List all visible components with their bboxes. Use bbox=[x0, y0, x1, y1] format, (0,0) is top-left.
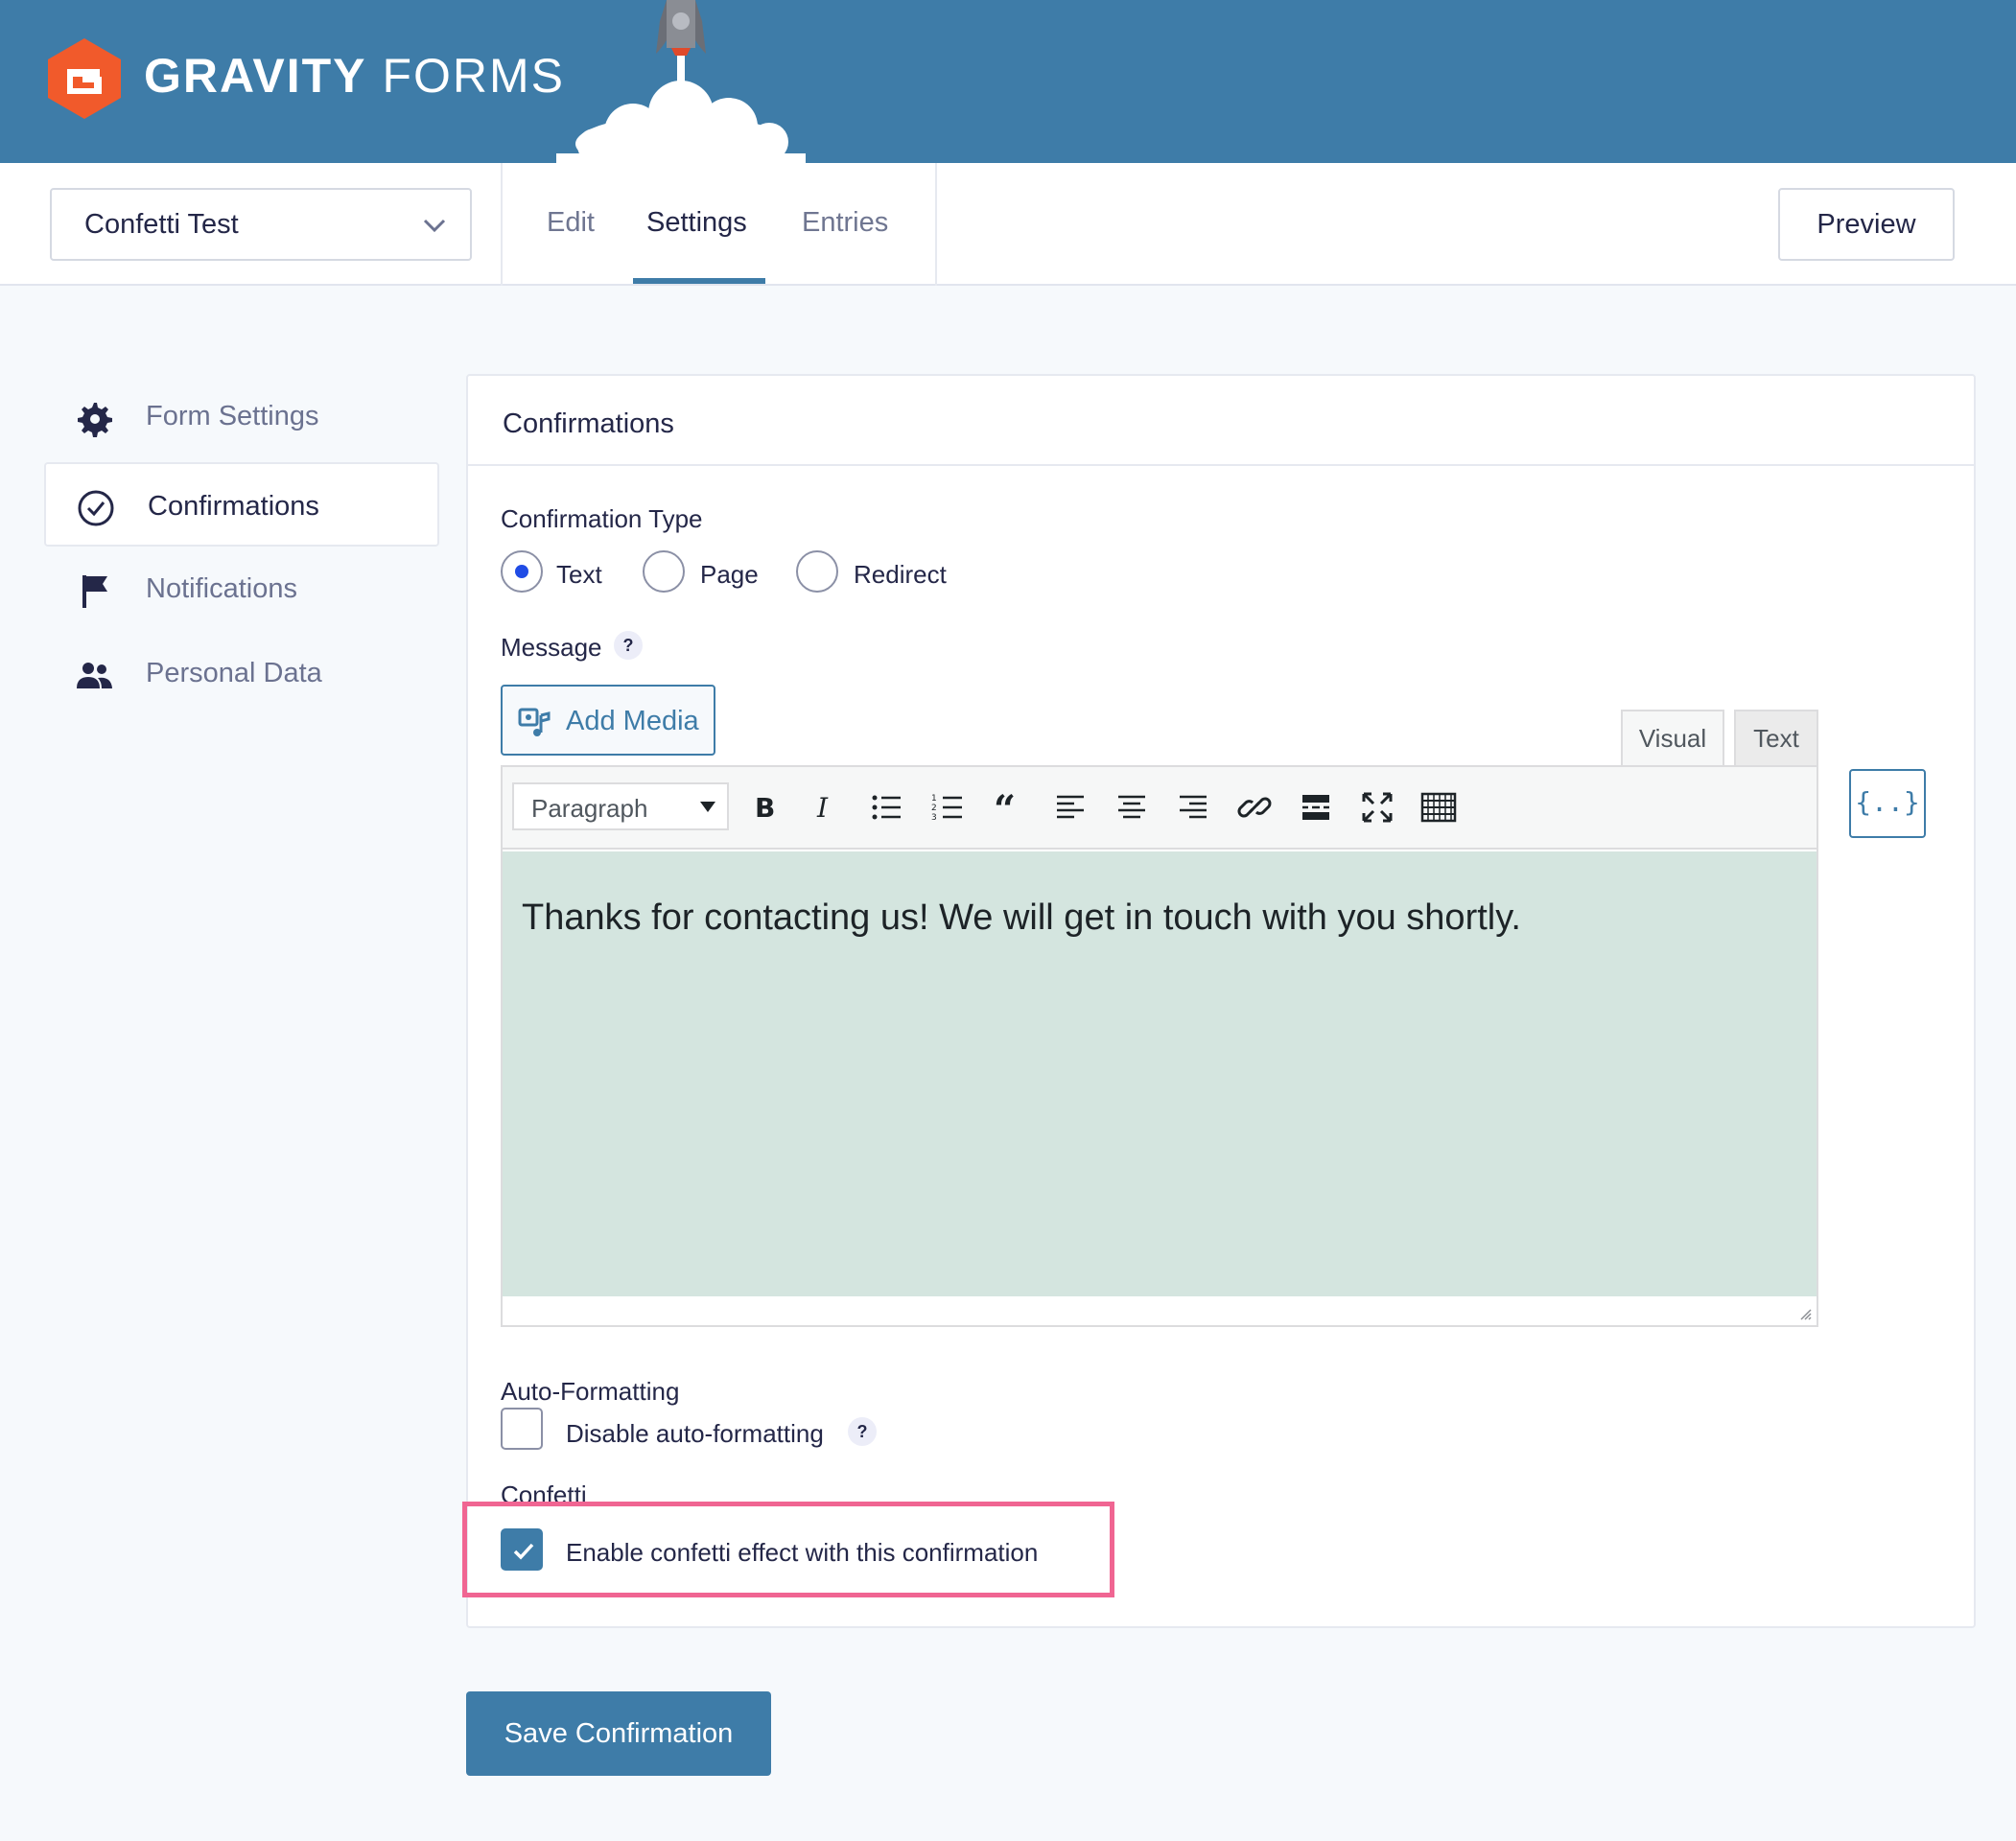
add-media-label: Add Media bbox=[566, 706, 699, 736]
editor-toolbar: Paragraph B I 1 2 3 “ bbox=[503, 767, 1817, 850]
auto-formatting-help-icon[interactable]: ? bbox=[848, 1417, 877, 1446]
editor-tab-text[interactable]: Text bbox=[1734, 710, 1818, 765]
flag-icon bbox=[82, 575, 107, 608]
merge-tag-button[interactable]: {..} bbox=[1849, 769, 1926, 838]
editor-tab-visual[interactable]: Visual bbox=[1621, 710, 1724, 765]
save-confirmation-button[interactable]: Save Confirmation bbox=[466, 1691, 771, 1776]
sidebar-item-confirmations[interactable]: Confirmations bbox=[44, 462, 439, 547]
sidebar-item-label: Notifications bbox=[146, 573, 297, 604]
rocket-illustration-icon bbox=[556, 0, 806, 163]
confetti-highlight-box bbox=[462, 1502, 1114, 1597]
radio-page-label: Page bbox=[700, 560, 759, 589]
svg-text:3: 3 bbox=[931, 813, 937, 823]
resize-handle-icon[interactable] bbox=[1797, 1306, 1813, 1321]
link-icon[interactable] bbox=[1233, 786, 1276, 828]
message-label: Message bbox=[501, 633, 602, 662]
active-tab-indicator bbox=[633, 278, 765, 284]
message-help-icon[interactable]: ? bbox=[614, 631, 643, 660]
dropdown-arrow-icon bbox=[700, 802, 715, 812]
fullscreen-icon[interactable] bbox=[1356, 786, 1398, 828]
gravity-forms-logo-icon bbox=[48, 38, 121, 119]
form-selector[interactable]: Confetti Test bbox=[50, 188, 472, 261]
message-content: Thanks for contacting us! We will get in… bbox=[522, 897, 1521, 938]
disable-auto-formatting-checkbox[interactable] bbox=[501, 1408, 543, 1450]
sidebar-item-label: Personal Data bbox=[146, 658, 322, 688]
sidebar-item-notifications[interactable]: Notifications bbox=[44, 547, 439, 631]
tab-edit[interactable]: Edit bbox=[547, 207, 595, 239]
radio-page[interactable] bbox=[643, 550, 685, 593]
auto-formatting-label: Auto-Formatting bbox=[501, 1377, 680, 1406]
svg-text:2: 2 bbox=[931, 804, 937, 813]
panel-divider bbox=[468, 464, 1974, 466]
toolbar-divider bbox=[501, 163, 503, 286]
bold-icon[interactable]: B bbox=[742, 786, 785, 828]
radio-redirect-label: Redirect bbox=[854, 560, 947, 589]
sidebar-item-form-settings[interactable]: Form Settings bbox=[44, 374, 439, 458]
app-header: GRAVITY FORMS bbox=[0, 0, 2016, 163]
gear-icon bbox=[78, 403, 112, 437]
align-center-icon[interactable] bbox=[1111, 786, 1153, 828]
align-left-icon[interactable] bbox=[1049, 786, 1091, 828]
add-media-button[interactable]: Add Media bbox=[501, 685, 715, 756]
tab-settings[interactable]: Settings bbox=[646, 207, 747, 239]
radio-redirect[interactable] bbox=[796, 550, 838, 593]
form-toolbar: Confetti Test Edit Settings Entries Prev… bbox=[0, 163, 2016, 286]
svg-text:B: B bbox=[755, 792, 775, 824]
editor-content-area[interactable]: Thanks for contacting us! We will get in… bbox=[503, 851, 1817, 1296]
users-icon bbox=[77, 663, 112, 688]
message-editor: Paragraph B I 1 2 3 “ Thanks for contact… bbox=[501, 765, 1818, 1327]
toolbar-divider bbox=[935, 163, 937, 286]
read-more-icon[interactable] bbox=[1295, 786, 1337, 828]
radio-text[interactable] bbox=[501, 550, 543, 593]
sidebar-item-label: Confirmations bbox=[148, 491, 319, 522]
sidebar-item-personal-data[interactable]: Personal Data bbox=[44, 631, 439, 715]
brand-name: GRAVITY FORMS bbox=[144, 49, 565, 103]
sidebar-item-label: Form Settings bbox=[146, 401, 319, 431]
form-selector-value: Confetti Test bbox=[84, 209, 239, 240]
svg-text:I: I bbox=[816, 792, 829, 824]
toolbar-toggle-icon[interactable] bbox=[1418, 786, 1460, 828]
svg-text:“: “ bbox=[994, 787, 1016, 828]
disable-auto-formatting-label: Disable auto-formatting bbox=[566, 1419, 824, 1448]
tab-entries[interactable]: Entries bbox=[802, 207, 888, 239]
format-select-value: Paragraph bbox=[531, 794, 648, 823]
radio-text-label: Text bbox=[556, 560, 602, 589]
editor-status-bar bbox=[503, 1296, 1817, 1325]
blockquote-icon[interactable]: “ bbox=[988, 786, 1030, 828]
confirmation-panel: Confirmations Confirmation Type Text Pag… bbox=[466, 374, 1976, 1628]
add-media-icon bbox=[518, 708, 551, 736]
align-right-icon[interactable] bbox=[1172, 786, 1214, 828]
bullet-list-icon[interactable] bbox=[865, 786, 907, 828]
chevron-down-icon bbox=[423, 219, 446, 233]
preview-button[interactable]: Preview bbox=[1778, 188, 1955, 261]
numbered-list-icon[interactable]: 1 2 3 bbox=[926, 786, 969, 828]
panel-title: Confirmations bbox=[503, 408, 674, 439]
italic-icon[interactable]: I bbox=[804, 786, 846, 828]
confirmation-type-label: Confirmation Type bbox=[501, 504, 703, 533]
svg-text:1: 1 bbox=[931, 794, 937, 804]
format-select[interactable]: Paragraph bbox=[512, 782, 729, 830]
check-circle-icon bbox=[78, 490, 114, 526]
